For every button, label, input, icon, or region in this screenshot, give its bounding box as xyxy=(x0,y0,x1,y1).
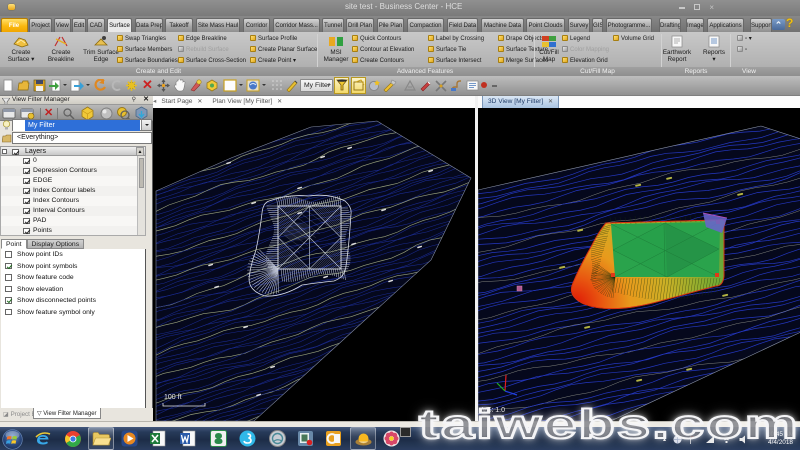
svg-text:100 ft: 100 ft xyxy=(164,394,182,401)
